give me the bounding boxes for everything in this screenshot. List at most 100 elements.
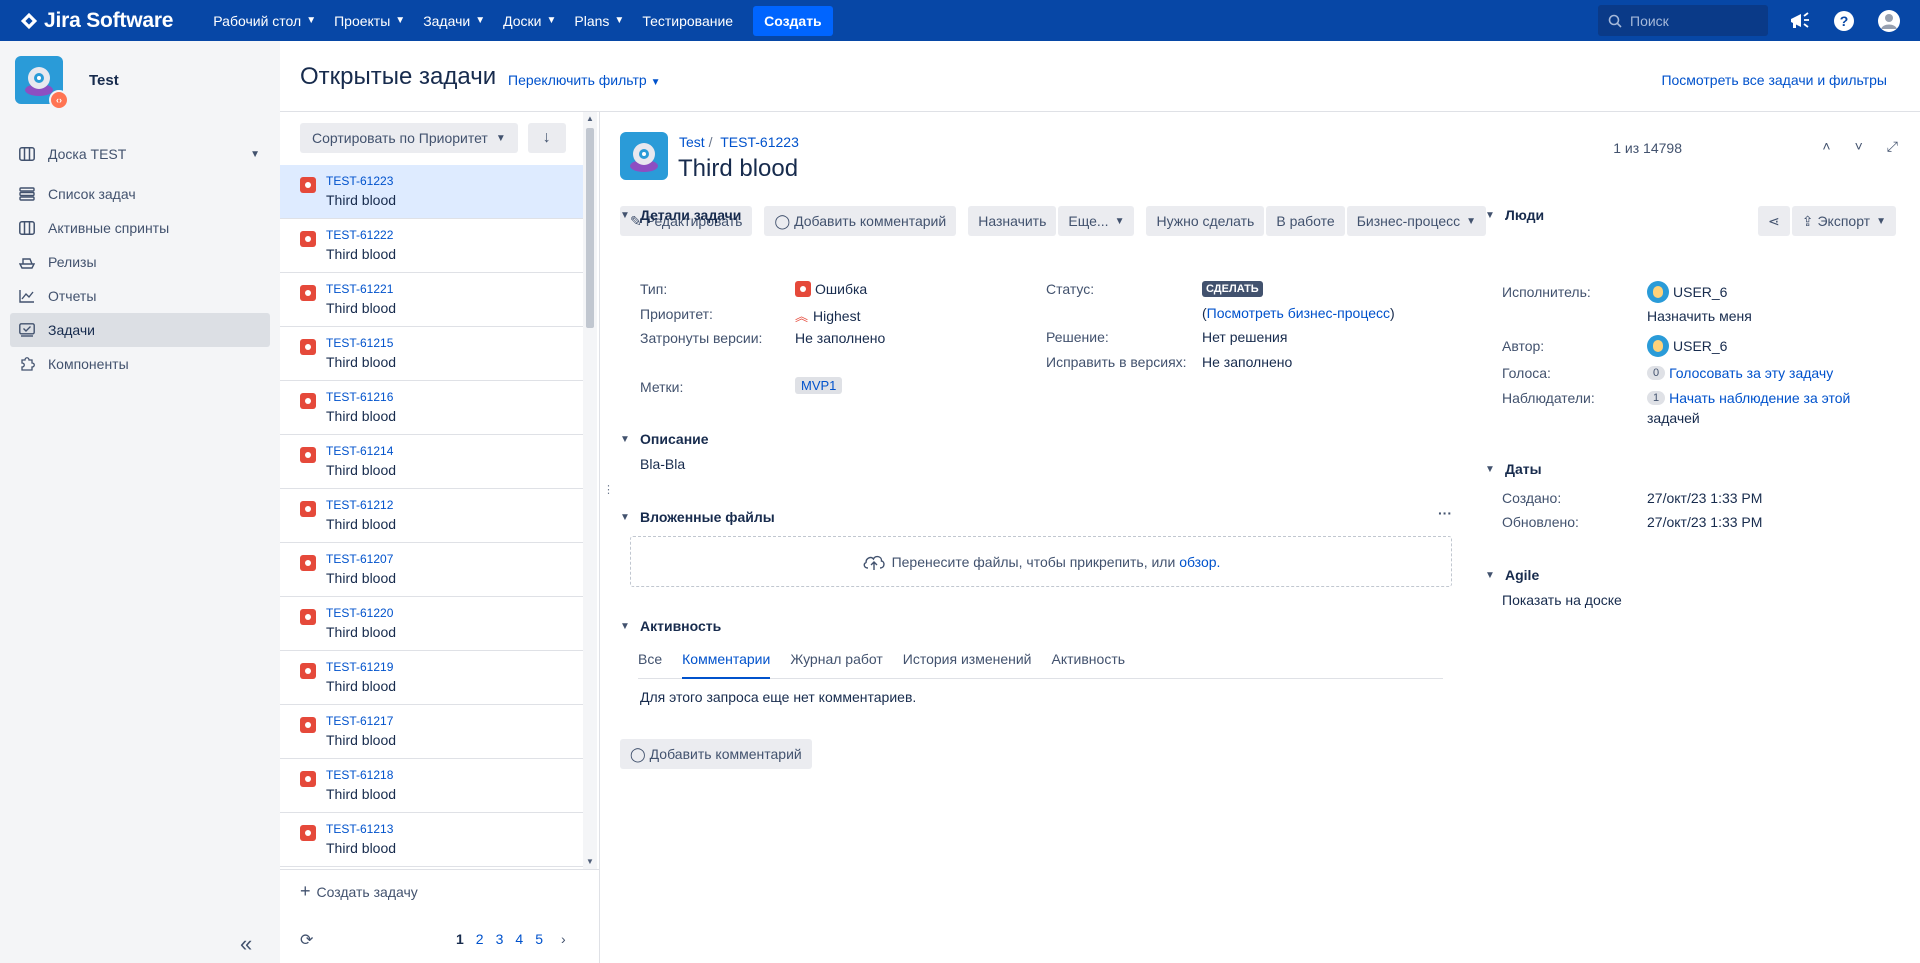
sort-dropdown[interactable]: Сортировать по Приоритет ▼ [300, 123, 518, 153]
attachments-more-icon[interactable]: ··· [1438, 505, 1452, 521]
watch-link-continuation[interactable]: задачей [1647, 410, 1700, 426]
scroll-up-icon[interactable]: ▲ [586, 114, 594, 123]
page-link[interactable]: 2 [476, 931, 484, 947]
sidebar-item-releases[interactable]: Релизы [10, 245, 270, 279]
nav-plans[interactable]: Plans ▼ [574, 13, 624, 29]
sidebar-item-components[interactable]: Компоненты [10, 347, 270, 381]
issue-key[interactable]: TEST-61207 [326, 552, 393, 566]
issue-list-item[interactable]: TEST-61217 Third blood [280, 705, 583, 759]
field-value-reporter[interactable]: USER_6 [1647, 335, 1727, 357]
breadcrumb-project[interactable]: Test [679, 134, 705, 150]
breadcrumb-issue-key[interactable]: TEST-61223 [720, 134, 799, 150]
nav-testing[interactable]: Тестирование [642, 13, 733, 29]
share-button[interactable]: ⋖ [1758, 206, 1790, 236]
chevron-up-icon[interactable]: ˄ [1822, 138, 1830, 155]
create-issue-button[interactable]: + Создать задачу [300, 881, 418, 902]
issue-list-item[interactable]: TEST-61213 Third blood [280, 813, 583, 867]
switch-filter-link[interactable]: Переключить фильтр ▼ [508, 72, 660, 88]
project-header[interactable]: ‹› Test [15, 56, 119, 110]
in-progress-transition-button[interactable]: В работе [1266, 206, 1345, 236]
browse-link[interactable]: обзор. [1179, 554, 1220, 570]
next-page-icon[interactable]: › [561, 931, 566, 947]
page-link[interactable]: 4 [515, 931, 523, 947]
issue-key[interactable]: TEST-61216 [326, 390, 393, 404]
add-comment-bottom-button[interactable]: ◯ Добавить комментарий [620, 739, 812, 769]
issue-key[interactable]: TEST-61222 [326, 228, 393, 242]
sidebar-item-reports[interactable]: Отчеты [10, 279, 270, 313]
issue-list-scrollbar[interactable]: ▲ ▼ [583, 112, 597, 869]
search-input[interactable]: Поиск [1598, 5, 1768, 36]
chevron-down-icon[interactable]: ˅ [1855, 138, 1863, 155]
tab-worklog[interactable]: Журнал работ [790, 645, 882, 679]
view-all-filters-link[interactable]: Посмотреть все задачи и фильтры [1661, 72, 1887, 88]
create-button[interactable]: Создать [753, 5, 833, 36]
label-chip[interactable]: MVP1 [795, 377, 843, 394]
people-section-header[interactable]: ▼ Люди [1485, 207, 1544, 223]
tab-comments[interactable]: Комментарии [682, 645, 771, 679]
vote-link[interactable]: Голосовать за эту задачу [1669, 365, 1833, 381]
view-workflow-link[interactable]: Посмотреть бизнес-процесс [1207, 305, 1390, 321]
expand-icon[interactable]: ⤢ [1887, 138, 1898, 155]
refresh-icon[interactable]: ⟳ [300, 930, 313, 950]
todo-transition-button[interactable]: Нужно сделать [1146, 206, 1265, 236]
notifications-icon[interactable] [1787, 0, 1813, 41]
sidebar-item-issues[interactable]: Задачи [10, 313, 270, 347]
add-comment-button[interactable]: ◯ Добавить комментарий [764, 206, 957, 236]
nav-boards[interactable]: Доски ▼ [503, 13, 556, 29]
page-link[interactable]: 3 [496, 931, 504, 947]
issue-list-item[interactable]: TEST-61214 Third blood [280, 435, 583, 489]
issue-key[interactable]: TEST-61214 [326, 444, 393, 458]
issue-list-item[interactable]: TEST-61220 Third blood [280, 597, 583, 651]
more-button[interactable]: Еще... ▼ [1058, 206, 1135, 236]
agile-section-header[interactable]: ▼ Agile [1485, 567, 1539, 583]
assign-button[interactable]: Назначить [968, 206, 1057, 236]
issue-key[interactable]: TEST-61215 [326, 336, 393, 350]
nav-issues[interactable]: Задачи ▼ [423, 13, 485, 29]
field-value-assignee[interactable]: USER_6 [1647, 281, 1727, 303]
jira-logo[interactable]: Jira Software [20, 9, 173, 33]
attachments-section-header[interactable]: ▼ Вложенные файлы [620, 509, 775, 525]
tab-activity[interactable]: Активность [1052, 645, 1126, 679]
user-avatar[interactable] [1876, 0, 1902, 41]
tab-all[interactable]: Все [638, 645, 662, 679]
dates-section-header[interactable]: ▼ Даты [1485, 461, 1542, 477]
attachment-dropzone[interactable]: Перенесите файлы, чтобы прикрепить, или … [630, 536, 1452, 587]
issue-list-item[interactable]: TEST-61215 Third blood [280, 327, 583, 381]
assign-to-me-link[interactable]: Назначить меня [1647, 308, 1752, 324]
issue-key[interactable]: TEST-61223 [326, 174, 393, 188]
issue-list-item[interactable]: TEST-61222 Third blood [280, 219, 583, 273]
issue-list-item[interactable]: TEST-61221 Third blood [280, 273, 583, 327]
issue-key[interactable]: TEST-61220 [326, 606, 393, 620]
scrollbar-thumb[interactable] [586, 128, 594, 328]
sidebar-item-sprints[interactable]: Активные спринты [10, 211, 270, 245]
issue-key[interactable]: TEST-61212 [326, 498, 393, 512]
issue-title[interactable]: Third blood [678, 155, 798, 183]
issue-list-item[interactable]: TEST-61219 Third blood [280, 651, 583, 705]
issue-list-item[interactable]: TEST-61212 Third blood [280, 489, 583, 543]
scroll-down-icon[interactable]: ▼ [586, 857, 594, 866]
issue-key[interactable]: TEST-61217 [326, 714, 393, 728]
issue-list-item[interactable]: TEST-61218 Third blood [280, 759, 583, 813]
issue-list-item[interactable]: TEST-61207 Third blood [280, 543, 583, 597]
issue-key[interactable]: TEST-61218 [326, 768, 393, 782]
issue-key[interactable]: TEST-61213 [326, 822, 393, 836]
nav-projects[interactable]: Проекты ▼ [334, 13, 405, 29]
tab-history[interactable]: История изменений [903, 645, 1032, 679]
issue-key[interactable]: TEST-61221 [326, 282, 393, 296]
sort-direction-button[interactable]: ↓ [527, 123, 566, 153]
sidebar-item-board[interactable]: Доска TEST ▼ [10, 137, 270, 171]
view-on-board-link[interactable]: Показать на доске [1502, 592, 1622, 608]
nav-dashboards[interactable]: Рабочий стол ▼ [213, 13, 316, 29]
activity-section-header[interactable]: ▼ Активность [620, 618, 721, 634]
issue-list-item[interactable]: TEST-61216 Third blood [280, 381, 583, 435]
issue-list-item[interactable]: TEST-61223 Third blood [280, 165, 583, 219]
details-section-header[interactable]: ▼ Детали задачи [620, 207, 741, 223]
export-button[interactable]: ⇪ Экспорт ▼ [1791, 206, 1896, 236]
issue-key[interactable]: TEST-61219 [326, 660, 393, 674]
page-link[interactable]: 5 [535, 931, 543, 947]
help-icon[interactable]: ? [1832, 0, 1856, 41]
description-section-header[interactable]: ▼ Описание [620, 431, 709, 447]
page-link[interactable]: 1 [456, 931, 464, 947]
workflow-button[interactable]: Бизнес-процесс ▼ [1346, 206, 1487, 236]
watch-link[interactable]: Начать наблюдение за этой [1669, 390, 1850, 406]
